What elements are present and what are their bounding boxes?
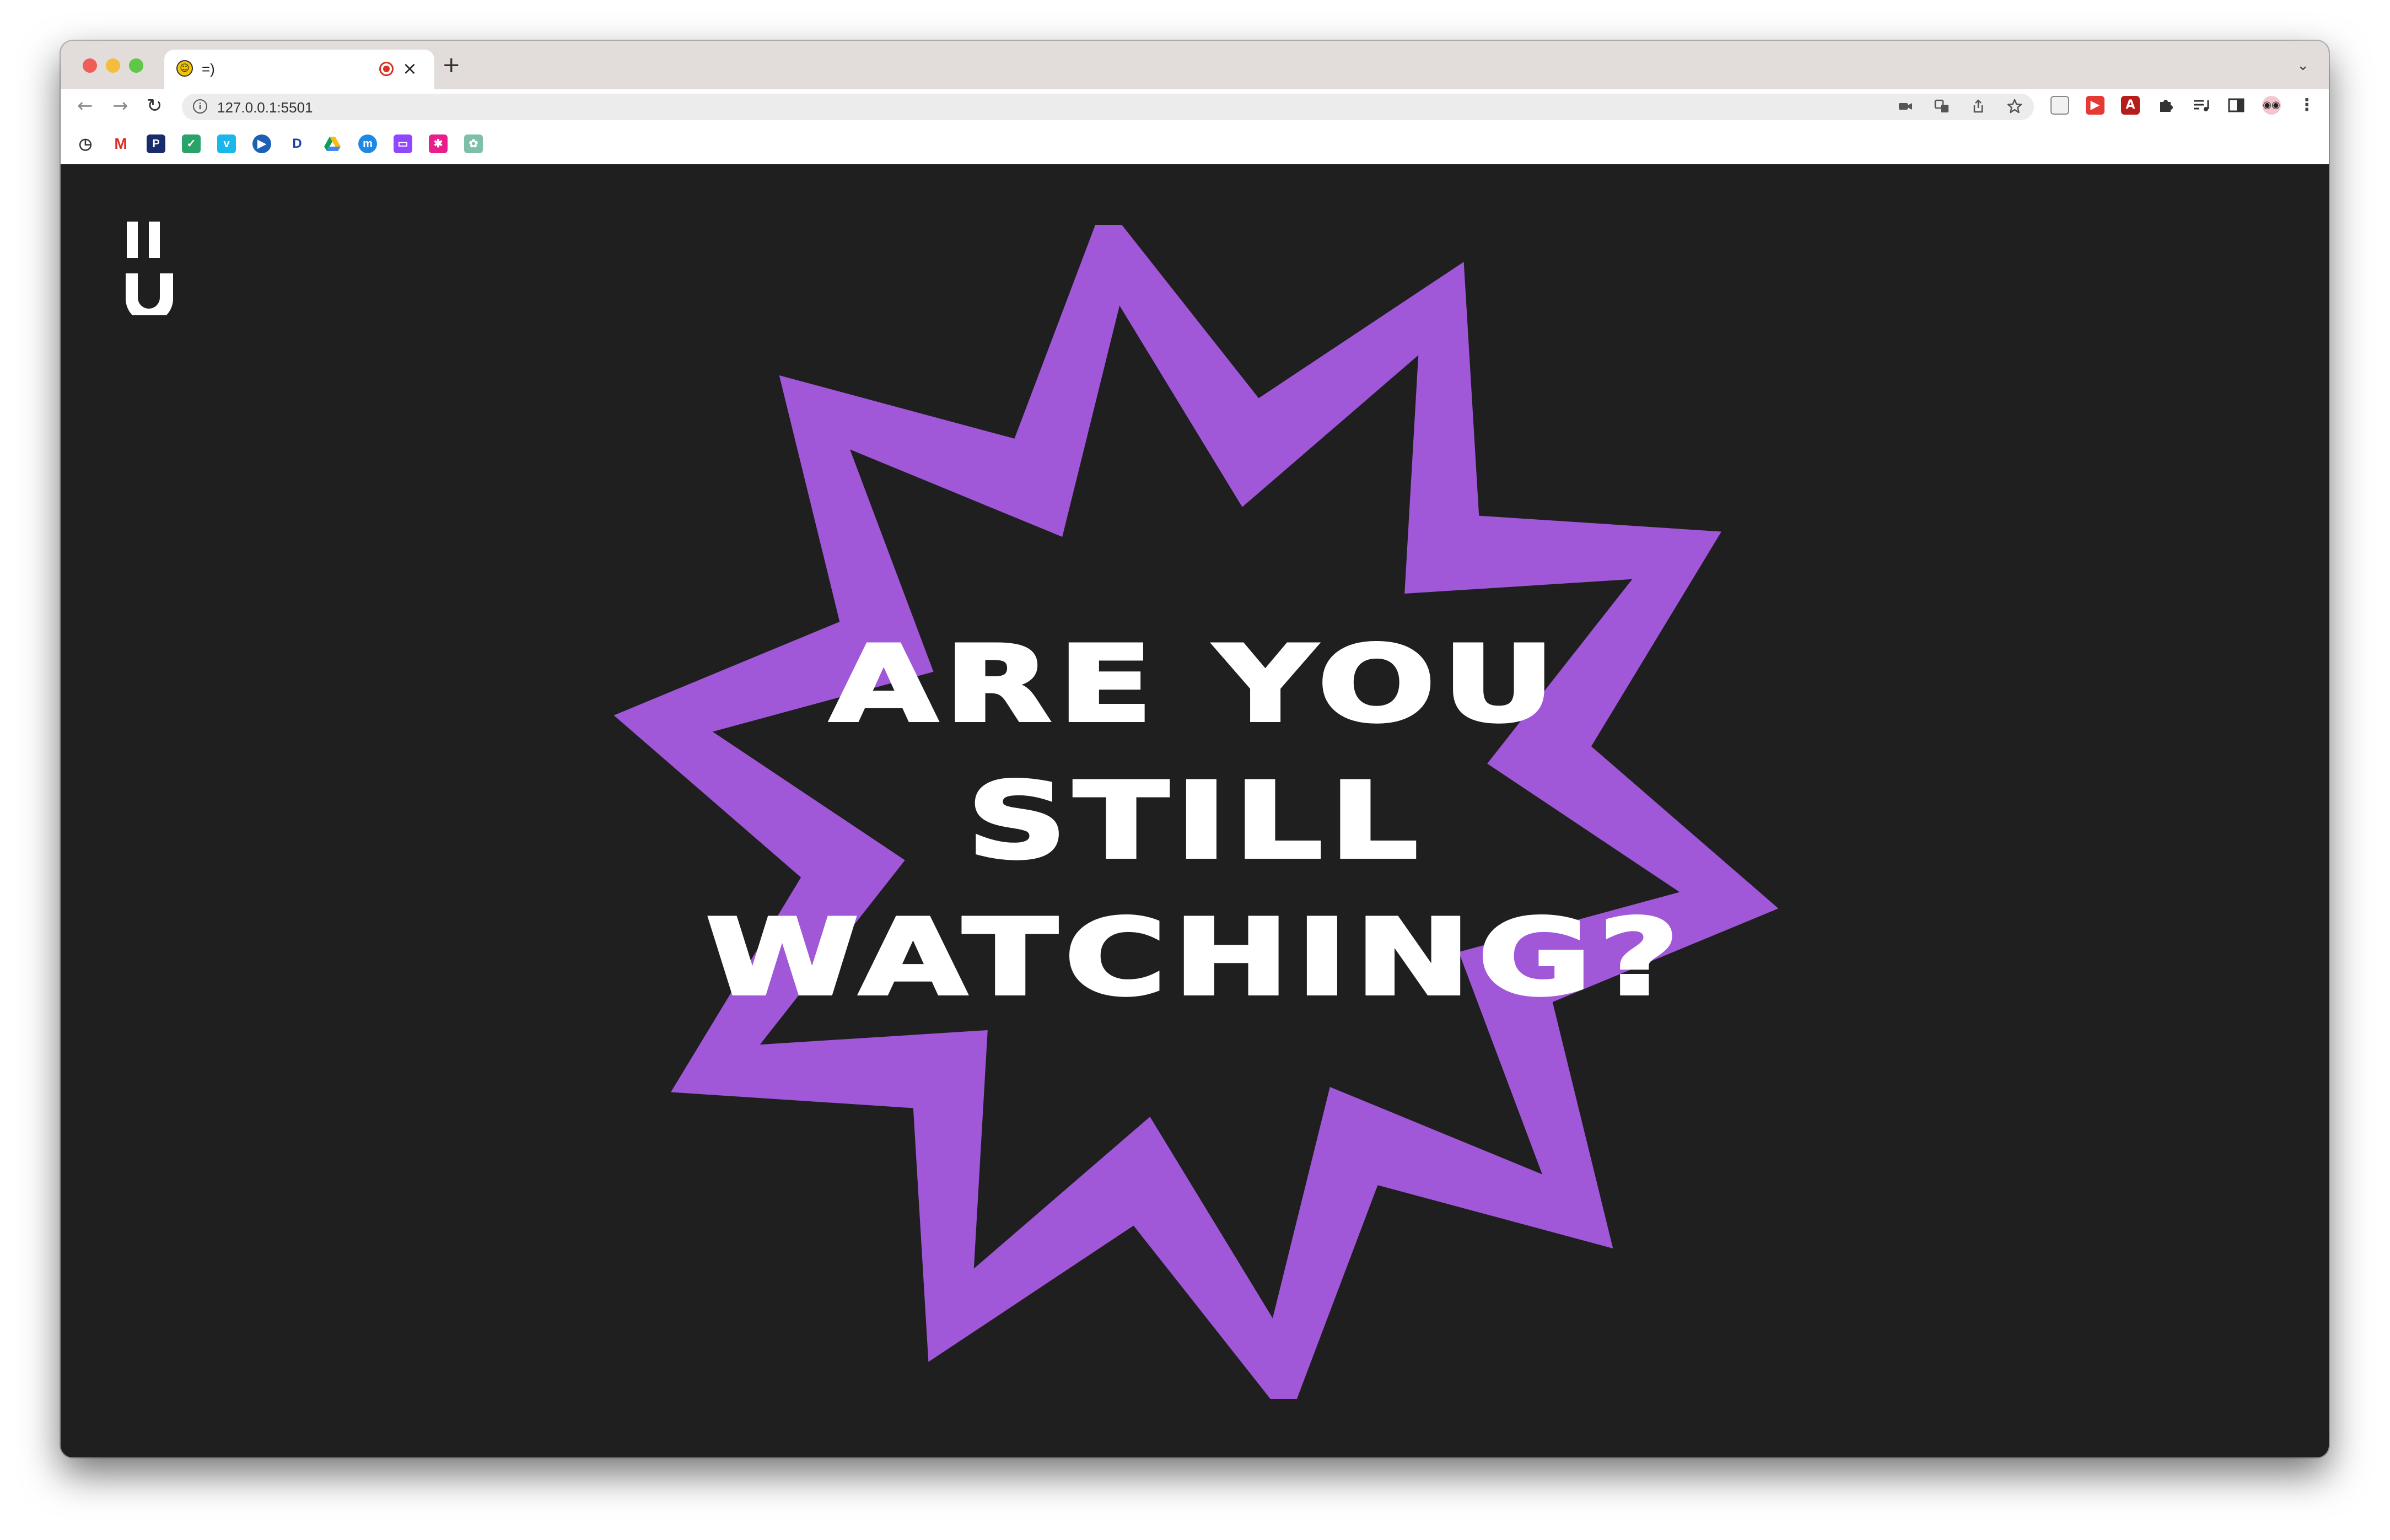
vimeo-icon[interactable]: v <box>217 134 236 153</box>
browser-menu-icon[interactable]: ⋮ <box>2297 96 2316 115</box>
minimize-window-button[interactable] <box>106 58 120 73</box>
disney-plus-icon[interactable]: D <box>288 134 306 153</box>
recording-dot-icon <box>379 62 394 76</box>
google-drive-icon[interactable] <box>323 134 342 153</box>
profile-avatar[interactable]: ◉◉ <box>2262 96 2281 115</box>
browser-window: ☺ =) × + ⌄ ← → ↻ i 127.0.0.1:5501 ▶ A ◉◉… <box>61 41 2329 1457</box>
headline-line-3: WATCHING? <box>704 895 1687 1020</box>
translate-icon[interactable] <box>1934 98 1950 115</box>
play-bookmark-icon[interactable]: ▶ <box>252 134 271 153</box>
address-bar[interactable]: i 127.0.0.1:5501 <box>182 94 2034 120</box>
chatgpt-icon[interactable]: ✿ <box>464 134 483 153</box>
site-logo[interactable] <box>126 222 181 315</box>
history-icon[interactable]: ◷ <box>76 134 95 153</box>
close-window-button[interactable] <box>83 58 97 73</box>
side-panel-icon[interactable] <box>2227 96 2246 115</box>
px-bookmark-icon[interactable]: P <box>147 134 165 153</box>
messenger-icon[interactable]: m <box>358 134 377 153</box>
forward-button[interactable]: → <box>112 94 128 118</box>
browser-toolbar: ← → ↻ i 127.0.0.1:5501 ▶ A ◉◉ ⋮ <box>61 89 2329 125</box>
back-button[interactable]: ← <box>77 94 93 118</box>
tab-strip: ☺ =) × + ⌄ <box>61 41 2329 89</box>
smiley-face-icon: ☺ <box>176 60 193 77</box>
bookmark-star-icon[interactable] <box>2006 98 2023 115</box>
headline-line-1: ARE YOU <box>828 622 1562 747</box>
twitch-icon[interactable]: ▭ <box>394 134 412 153</box>
new-tab-button[interactable]: + <box>442 53 461 77</box>
maximize-window-button[interactable] <box>129 58 143 73</box>
headline-line-2: STILL <box>965 758 1425 884</box>
youtube-extension-icon[interactable]: ▶ <box>2086 96 2104 115</box>
headline: ARE YOU STILL WATCHING? <box>617 616 1775 1026</box>
cast-extension-icon[interactable] <box>2050 96 2069 115</box>
close-tab-button[interactable]: × <box>402 56 417 80</box>
pdf-extension-icon[interactable]: A <box>2121 96 2140 115</box>
page-content: ARE YOU STILL WATCHING? <box>61 164 2329 1457</box>
share-icon[interactable] <box>1970 98 1987 115</box>
site-info-icon[interactable]: i <box>193 99 207 114</box>
extensions-puzzle-icon[interactable] <box>2156 96 2175 115</box>
gmail-icon[interactable]: M <box>111 134 130 153</box>
browser-tab[interactable]: ☺ =) × <box>164 50 434 89</box>
check-bookmark-icon[interactable]: ✓ <box>182 134 201 153</box>
tab-title: =) <box>202 61 215 77</box>
url-text[interactable]: 127.0.0.1:5501 <box>217 99 313 116</box>
tab-search-button[interactable]: ⌄ <box>2297 57 2309 74</box>
reload-button[interactable]: ↻ <box>147 94 163 118</box>
bookmarks-bar: ◷ M P ✓ v ▶ D m ▭ ✱ ✿ <box>61 125 2329 165</box>
camera-icon[interactable] <box>1897 98 1914 115</box>
media-controls-icon[interactable] <box>2192 96 2210 115</box>
app-bookmark-icon[interactable]: ✱ <box>429 134 448 153</box>
